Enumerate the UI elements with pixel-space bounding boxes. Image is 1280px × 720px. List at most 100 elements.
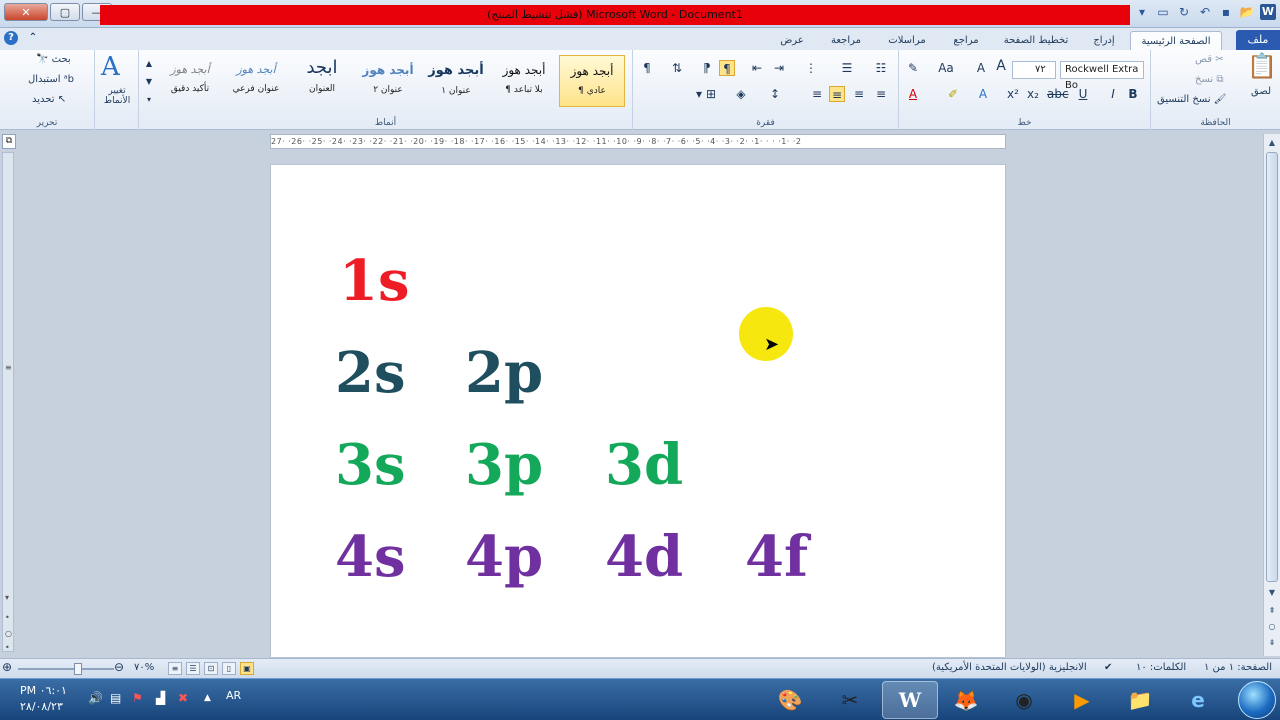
input-language[interactable]: AR — [226, 689, 241, 702]
gallery-more-icon[interactable]: ▾ — [141, 92, 157, 108]
borders-icon[interactable]: ⊞ — [703, 86, 719, 102]
taskbar-chrome-icon[interactable]: ◉ — [996, 681, 1052, 719]
line-spacing-icon[interactable]: ↕ — [767, 86, 783, 102]
clipboard-icon[interactable]: 📋 — [1247, 52, 1277, 80]
scroll-up-icon[interactable]: ▲ — [1264, 136, 1280, 150]
font-name-box[interactable]: Rockwell Extra Bo — [1060, 61, 1144, 91]
orbital-4d[interactable]: 4d — [605, 527, 683, 587]
style-title[interactable]: ابجد العنوان — [289, 55, 355, 107]
change-case-icon[interactable]: Aa — [935, 60, 957, 76]
rtl-icon[interactable]: ¶ — [719, 60, 735, 76]
cut-button[interactable]: قص ✂ — [1195, 54, 1224, 65]
new-document-icon[interactable]: ▭ — [1155, 4, 1171, 20]
align-center-icon[interactable]: ≡ — [851, 86, 867, 102]
orbital-3s[interactable]: 3s — [335, 435, 406, 495]
vertical-scrollbar[interactable]: ▲ ▼ ⇞ ○ ⇟ — [1263, 134, 1280, 656]
open-folder-icon[interactable]: 📂 — [1239, 4, 1255, 20]
decrease-indent-icon[interactable]: ⇥ — [771, 60, 787, 76]
tab-references[interactable]: مراجع — [946, 31, 986, 50]
style-no-spacing[interactable]: أبجد هوز ¶ بلا تباعد — [491, 55, 557, 107]
tab-page-layout[interactable]: تخطيط الصفحة — [998, 31, 1074, 50]
highlight-icon[interactable]: ✐ — [945, 86, 961, 102]
orbital-4p[interactable]: 4p — [465, 527, 543, 587]
gallery-up-icon[interactable]: ▲ — [141, 56, 157, 72]
action-center-icon[interactable]: ⚑ — [132, 691, 143, 705]
style-subtitle[interactable]: أبجد هوز عنوان فرعي — [223, 55, 289, 107]
taskbar-ie-icon[interactable]: e — [1170, 681, 1226, 719]
customize-qat-icon[interactable]: ▾ — [1134, 4, 1150, 20]
multilevel-list-icon[interactable]: ⋮ — [803, 60, 819, 76]
undo-icon[interactable]: ↶ — [1197, 4, 1213, 20]
taskbar-explorer-icon[interactable]: 📁 — [1112, 681, 1168, 719]
tab-file[interactable]: ملف — [1236, 30, 1280, 50]
zoom-level[interactable]: ٧٠% — [134, 662, 154, 673]
strikethrough-icon[interactable]: abc — [1047, 86, 1069, 102]
show-marks-icon[interactable]: ¶ — [639, 60, 655, 76]
italic-icon[interactable]: I — [1105, 86, 1121, 102]
zoom-in-icon[interactable]: ⊕ — [2, 660, 12, 674]
document-page[interactable]: 1s 2s 2p 3s 3p 3d 4s 4p 4d 4f — [270, 164, 1006, 658]
increase-indent-icon[interactable]: ⇤ — [749, 60, 765, 76]
tab-view[interactable]: عرض — [774, 31, 810, 50]
justify-icon[interactable]: ≡ — [809, 86, 825, 102]
style-heading-2[interactable]: أبجد هوز عنوان ٢ — [355, 55, 421, 107]
zoom-slider-knob[interactable] — [74, 663, 82, 675]
gallery-down-icon[interactable]: ▼ — [141, 74, 157, 90]
taskbar-firefox-icon[interactable]: 🦊 — [938, 681, 994, 719]
start-button[interactable] — [1238, 681, 1276, 719]
replace-button[interactable]: استبدال ᵃb — [28, 74, 74, 85]
align-right-icon[interactable]: ≡ — [829, 86, 845, 102]
volume-icon[interactable]: 🔊 — [88, 691, 103, 705]
save-icon[interactable]: ▪ — [1218, 4, 1234, 20]
print-layout-icon[interactable]: ▣ — [240, 662, 254, 675]
clear-formatting-icon[interactable]: ✎ — [905, 60, 921, 76]
web-layout-icon[interactable]: ⊡ — [204, 662, 218, 675]
reading-view-icon[interactable]: ▯ — [222, 662, 236, 675]
numbered-list-icon[interactable]: ☰ — [839, 60, 855, 76]
ruler-toggle-icon[interactable]: ⧉ — [2, 134, 16, 149]
style-normal[interactable]: أبجد هوز ¶ عادي — [559, 55, 625, 107]
scroll-down-icon[interactable]: ▼ — [1264, 586, 1280, 600]
font-color-icon[interactable]: A — [905, 86, 921, 102]
network-icon[interactable]: ▟ — [156, 691, 165, 705]
draft-view-icon[interactable]: ≡ — [168, 662, 182, 675]
word-count[interactable]: الكلمات: ١٠ — [1136, 662, 1186, 673]
format-painter-button[interactable]: نسخ التنسيق 🖌 — [1157, 94, 1226, 105]
zoom-out-icon[interactable]: ⊖ — [114, 660, 124, 674]
taskbar-snipping-icon[interactable]: ✂ — [822, 681, 878, 719]
orbital-3d[interactable]: 3d — [605, 435, 683, 495]
orbital-2p[interactable]: 2p — [465, 343, 543, 403]
horizontal-ruler[interactable]: 27· ·26· ·25· ·24· ·23· ·22· ·21· ·20· ·… — [270, 134, 1006, 149]
zoom-slider[interactable] — [18, 668, 114, 670]
tab-mailings[interactable]: مراسلات — [882, 31, 932, 50]
sort-icon[interactable]: ⇅ — [669, 60, 685, 76]
align-left-icon[interactable]: ≡ — [873, 86, 889, 102]
tab-review[interactable]: مراجعة — [824, 31, 868, 50]
orbital-1s[interactable]: 1s — [339, 251, 410, 311]
shrink-font-icon[interactable]: A — [973, 60, 989, 76]
copy-button[interactable]: نسخ ⧉ — [1195, 74, 1224, 85]
redo-icon[interactable]: ↻ — [1176, 4, 1192, 20]
tab-home[interactable]: الصفحة الرئيسية — [1130, 31, 1222, 50]
minimize-ribbon-icon[interactable]: ⌃ — [26, 31, 40, 45]
font-size-box[interactable]: ٧٢ — [1012, 61, 1056, 79]
bold-icon[interactable]: B — [1125, 86, 1141, 102]
taskbar-media-player-icon[interactable]: ▶ — [1054, 681, 1110, 719]
next-page-icon[interactable]: ⇟ — [1264, 636, 1280, 650]
select-button[interactable]: تحديد ↖ — [32, 94, 66, 105]
bullet-list-icon[interactable]: ☷ — [873, 60, 889, 76]
outline-view-icon[interactable]: ☰ — [186, 662, 200, 675]
taskbar-word-icon[interactable]: W — [882, 681, 938, 719]
clock[interactable]: PM ٠٦:٠١ ٢٨/٠٨/٢٣ — [20, 683, 67, 715]
style-heading-1[interactable]: أبجد هوز عنوان ١ — [423, 55, 489, 107]
proofing-icon[interactable]: ✔ — [1104, 662, 1112, 673]
orbital-4f[interactable]: 4f — [745, 527, 808, 587]
change-styles-button[interactable]: تغيير الأنماط — [97, 86, 137, 106]
taskbar-paint-icon[interactable]: 🎨 — [762, 681, 818, 719]
style-subtle-emphasis[interactable]: أبجد هوز تأكيد دقيق — [157, 55, 223, 107]
page-number[interactable]: الصفحة: ١ من ١ — [1204, 662, 1272, 673]
text-effects-icon[interactable]: A — [975, 86, 991, 102]
show-hidden-icons-icon[interactable]: ▲ — [204, 693, 211, 703]
orbital-3p[interactable]: 3p — [465, 435, 543, 495]
change-styles-icon[interactable]: A — [101, 52, 120, 82]
